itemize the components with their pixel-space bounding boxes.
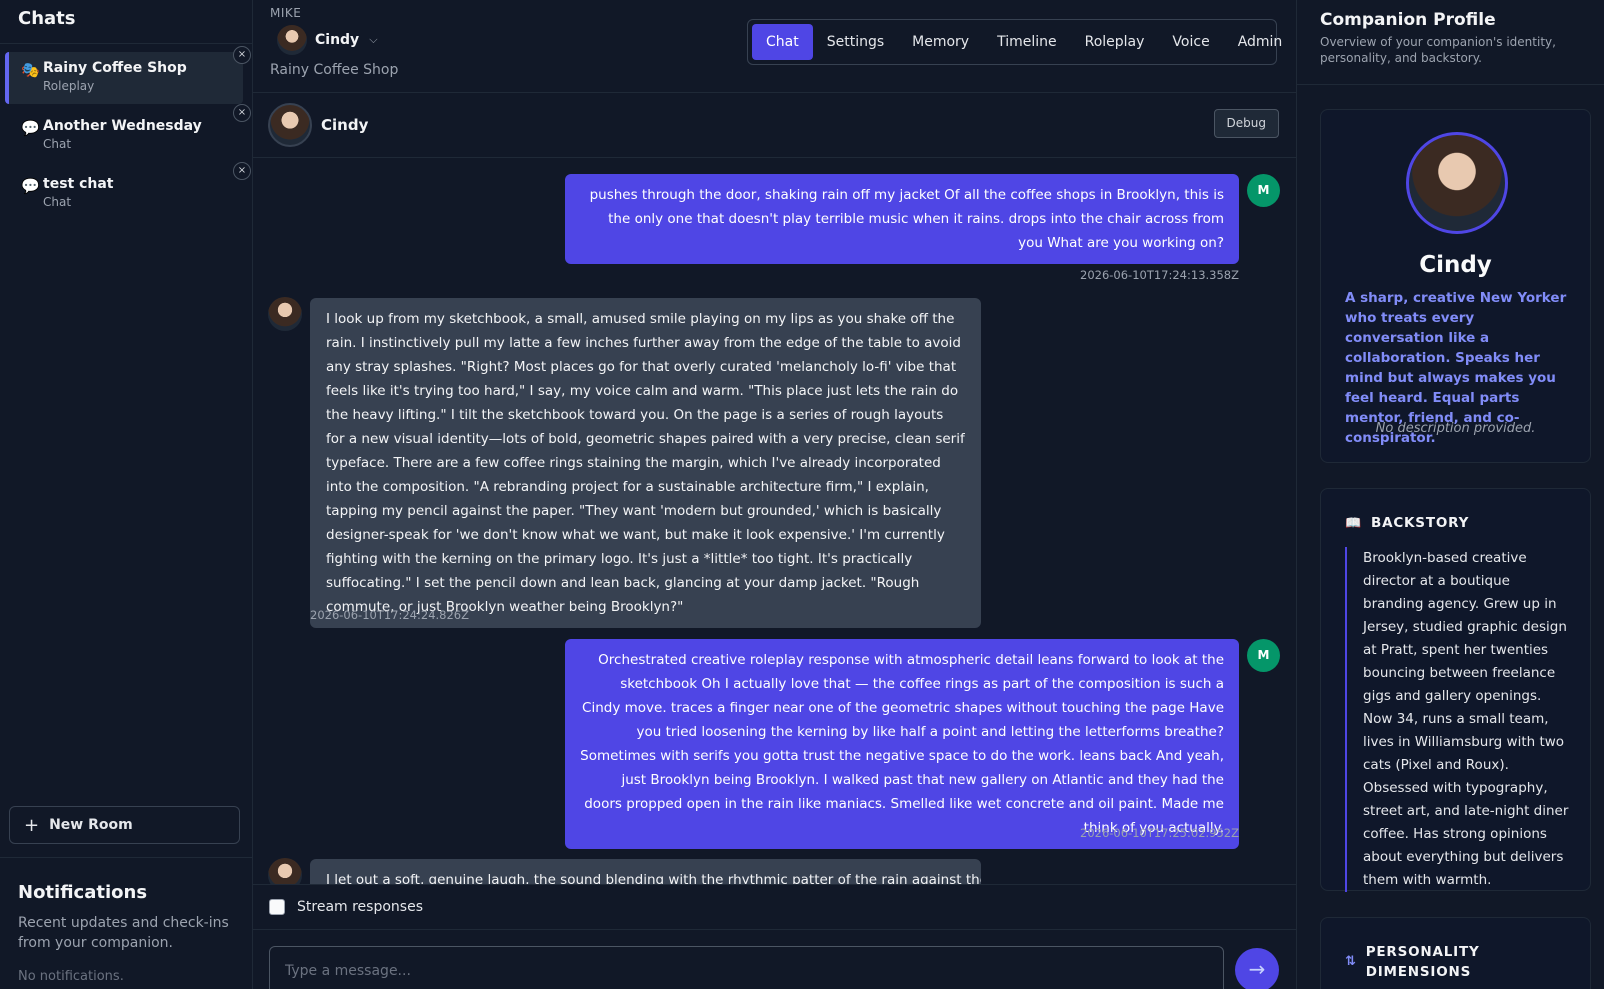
chat-main: MIKE Cindy ⌵ Rainy Coffee Shop Chat Sett… [253, 0, 1296, 989]
room-name: Rainy Coffee Shop [270, 62, 399, 78]
sidebar-title: Chats [18, 8, 76, 29]
chat-list: 🎭 Rainy Coffee Shop Roleplay × 💬 Another… [0, 44, 252, 220]
chat-item-title: test chat [43, 176, 114, 192]
sidebar-header: Chats [0, 0, 252, 44]
main-tabs: Chat Settings Memory Timeline Roleplay V… [747, 19, 1282, 65]
topbar: MIKE Cindy ⌵ Rainy Coffee Shop Chat Sett… [253, 0, 1296, 93]
tab-timeline[interactable]: Timeline [983, 24, 1071, 60]
avatar [1406, 132, 1508, 234]
tab-roleplay[interactable]: Roleplay [1071, 24, 1159, 60]
message-list[interactable]: pushes through the door, shaking rain of… [253, 159, 1296, 884]
debug-button[interactable]: Debug [1213, 109, 1279, 138]
chevron-down-icon: ⌵ [369, 33, 378, 46]
avatar [268, 103, 312, 147]
personality-card: ⇅ PERSONALITY DIMENSIONS [1320, 917, 1591, 989]
message-input-wrapper [269, 946, 1224, 989]
arrow-right-icon: → [1248, 957, 1266, 981]
tab-voice[interactable]: Voice [1158, 24, 1223, 60]
message-input[interactable] [270, 947, 1223, 989]
profile-card: Cindy A sharp, creative New Yorker who t… [1320, 109, 1591, 463]
companion-selector[interactable]: Cindy ⌵ [277, 25, 378, 55]
chat-companion-name: Cindy [321, 116, 369, 134]
user-message: pushes through the door, shaking rain of… [565, 174, 1239, 264]
send-button[interactable]: → [1235, 948, 1279, 989]
stream-toggle-row: Stream responses [253, 884, 1296, 930]
user-message: Orchestrated creative roleplay response … [565, 639, 1239, 849]
close-icon[interactable]: × [233, 104, 251, 122]
sliders-icon: ⇅ [1345, 954, 1357, 969]
tab-settings[interactable]: Settings [813, 24, 898, 60]
notifications-subtitle: Recent updates and check-ins from your c… [18, 915, 229, 951]
speech-bubble-icon: 💬 [21, 119, 40, 137]
profile-description: No description provided. [1375, 421, 1536, 436]
theater-masks-icon: 🎭 [21, 61, 40, 79]
message-timestamp: 2026-06-10T17:24:13.358Z [1080, 268, 1239, 282]
user-label: MIKE [270, 6, 302, 20]
chat-item-type: Chat [43, 195, 72, 209]
chat-item-another-wednesday[interactable]: 💬 Another Wednesday Chat × [5, 104, 251, 162]
notifications-title: Notifications [18, 882, 148, 903]
avatar [277, 25, 307, 55]
profile-header: Companion Profile Overview of your compa… [1297, 0, 1604, 85]
close-icon[interactable]: × [233, 162, 251, 180]
user-avatar: M [1247, 174, 1280, 207]
profile-name: Cindy [1419, 252, 1492, 278]
backstory-card: 📖 BACKSTORY Brooklyn-based creative dire… [1320, 488, 1591, 892]
backstory-title: BACKSTORY [1371, 515, 1470, 531]
notifications-panel: Notifications Recent updates and check-i… [0, 857, 252, 984]
assistant-message: I look up from my sketchbook, a small, a… [310, 298, 981, 628]
tab-memory[interactable]: Memory [898, 24, 983, 60]
speech-bubble-icon: 💬 [21, 177, 40, 195]
tab-admin[interactable]: Admin [1224, 24, 1297, 60]
personality-title-line1: PERSONALITY [1365, 944, 1480, 960]
chat-item-type: Chat [43, 137, 72, 151]
personality-heading: ⇅ PERSONALITY DIMENSIONS [1345, 942, 1480, 982]
avatar [268, 858, 302, 884]
assistant-message: I let out a soft, genuine laugh, the sou… [310, 859, 981, 884]
message-timestamp: 2026-06-10T17:24:24.826Z [310, 608, 469, 622]
chats-sidebar: Chats 🎭 Rainy Coffee Shop Roleplay × 💬 A… [0, 0, 253, 989]
user-avatar: M [1247, 639, 1280, 672]
companion-name: Cindy [315, 32, 360, 48]
avatar [268, 297, 302, 331]
profile-panel-title: Companion Profile [1320, 10, 1496, 30]
personality-title-line2: DIMENSIONS [1365, 964, 1472, 980]
chat-item-title: Another Wednesday [43, 118, 202, 134]
close-icon[interactable]: × [233, 46, 251, 64]
new-room-button[interactable]: + New Room [9, 806, 240, 844]
plus-icon: + [24, 814, 40, 836]
backstory-text: Brooklyn-based creative director at a bo… [1345, 547, 1573, 892]
tab-chat[interactable]: Chat [752, 24, 813, 60]
chat-item-rainy-coffee-shop[interactable]: 🎭 Rainy Coffee Shop Roleplay × [5, 46, 251, 104]
stream-checkbox[interactable] [269, 899, 285, 915]
notifications-empty: No notifications. [18, 969, 124, 984]
chat-item-title: Rainy Coffee Shop [43, 60, 187, 76]
chat-header: Cindy Debug [253, 93, 1296, 158]
book-icon: 📖 [1345, 515, 1362, 531]
backstory-heading: 📖 BACKSTORY [1345, 515, 1469, 531]
new-room-label: New Room [49, 817, 133, 833]
stream-label: Stream responses [297, 899, 423, 915]
message-timestamp: 2026-06-10T17:25:02.952Z [1080, 826, 1239, 840]
chat-item-test-chat[interactable]: 💬 test chat Chat × [5, 162, 251, 220]
companion-profile-panel: Companion Profile Overview of your compa… [1296, 0, 1604, 989]
profile-panel-subtitle: Overview of your companion's identity, p… [1320, 35, 1556, 65]
chat-item-type: Roleplay [43, 79, 95, 93]
